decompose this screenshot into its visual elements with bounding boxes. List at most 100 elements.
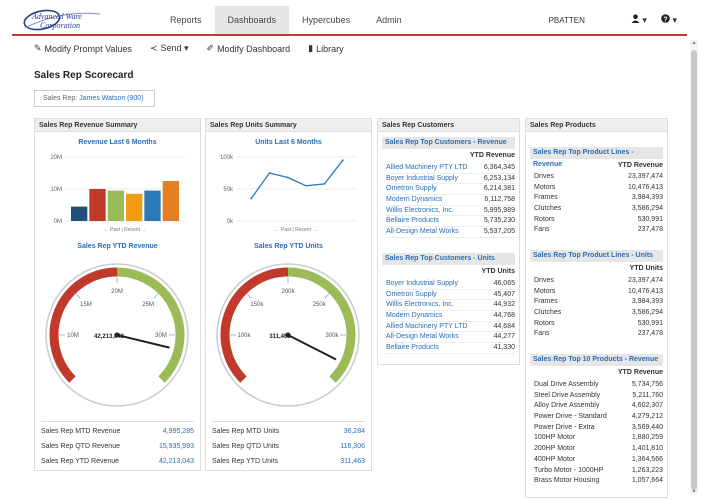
table-row: Alloy Drive Assembly 4,602,307: [534, 401, 663, 412]
nav-admin[interactable]: Admin: [363, 6, 415, 34]
data-point: [323, 182, 326, 185]
cell-value: 44,932: [493, 301, 515, 309]
table-row: All-Design Metal Works 44,277: [386, 332, 515, 344]
table-row: Power Drive - Extra 3,569,440: [534, 423, 663, 434]
book-icon: ▮: [308, 43, 314, 53]
table-row: Clutches 3,586,294: [534, 308, 663, 319]
page-scrollbar[interactable]: ▲ ▼: [690, 40, 698, 495]
cell-value: 5,734,756: [631, 381, 663, 388]
library-button[interactable]: ▮ Library: [308, 43, 343, 54]
cell-value: 237,478: [637, 226, 663, 234]
username-link[interactable]: PBATTEN: [549, 16, 585, 25]
series-line: [250, 159, 344, 199]
company-logo[interactable]: Advanced Ware Corporation: [20, 8, 120, 34]
row-label: Power Drive - Extra: [534, 423, 595, 431]
customer-link[interactable]: All-Design Metal Works: [386, 227, 459, 237]
x-axis-label: ← Past | Recent →: [104, 227, 147, 233]
row-label: Rotors: [534, 319, 555, 327]
send-menu-button[interactable]: ≺ Send ▾: [150, 43, 189, 54]
customer-link[interactable]: Boyer Industrial Supply: [386, 174, 458, 184]
column-header: YTD Revenue: [617, 369, 663, 376]
metric-row: Sales Rep MTD Revenue 4,995,285: [41, 424, 194, 439]
customer-link[interactable]: Allied Machinery PTY LTD: [386, 163, 467, 173]
row-label: Frames: [534, 194, 558, 202]
metric-value[interactable]: 116,306: [340, 443, 365, 450]
scrollbar-thumb[interactable]: [691, 50, 697, 490]
table-title: Sales Rep Top Product Lines - Units: [530, 250, 663, 262]
customer-link[interactable]: Willis Electronics, Inc.: [386, 300, 454, 310]
units-summary-panel: Sales Rep Units Summary Units Last 6 Mon…: [205, 118, 372, 471]
table-row: 400HP Motor 1,364,566: [534, 455, 663, 466]
gauge-tick-label: 20M: [111, 289, 123, 295]
customer-link[interactable]: Bellaire Products: [386, 343, 439, 353]
column-header: YTD Units: [481, 268, 515, 275]
cell-value: 4,279,212: [631, 413, 663, 421]
customer-link[interactable]: Modern Dynamics: [386, 311, 442, 321]
divider: [212, 421, 365, 422]
row-label: Drives: [534, 277, 554, 284]
scroll-down-arrow-icon[interactable]: ▼: [690, 489, 698, 495]
metric-value[interactable]: 15,935,993: [159, 443, 194, 450]
panel-header: Sales Rep Revenue Summary: [35, 119, 200, 132]
cell-value: 23,397,474: [627, 277, 663, 284]
sales-rep-prompt[interactable]: Sales Rep: James Watson (900): [34, 90, 155, 107]
revenue-gauge: 10M15M20M25M30M42,213,043: [45, 263, 189, 407]
top-products-list: Dual Drive Assembly 5,734,756 Steel Drive…: [534, 380, 663, 487]
nav-reports[interactable]: Reports: [157, 6, 215, 34]
metric-value[interactable]: 36,284: [344, 428, 365, 435]
customer-link[interactable]: Ometron Supply: [386, 184, 437, 194]
svg-text:?: ?: [663, 16, 667, 23]
table-title: Sales Rep Top Product Lines - Revenue: [530, 147, 663, 168]
scroll-up-arrow-icon[interactable]: ▲: [690, 40, 698, 46]
table-row: Power Drive - Standard 4,279,212: [534, 412, 663, 423]
metric-value[interactable]: 42,213,043: [159, 458, 194, 465]
customer-link[interactable]: Willis Electronics, Inc.: [386, 206, 454, 216]
customer-link[interactable]: Allied Machinery PTY LTD: [386, 322, 467, 332]
y-tick-label: 50k: [223, 187, 234, 193]
cell-value: 23,397,474: [627, 173, 663, 180]
customer-link[interactable]: Ometron Supply: [386, 290, 437, 300]
page-title: Sales Rep Scorecard: [34, 70, 134, 81]
customer-link[interactable]: Bellaire Products: [386, 216, 439, 226]
data-point: [305, 184, 308, 187]
cell-value: 6,214,381: [483, 185, 515, 193]
metric-row: Sales Rep MTD Units 36,284: [212, 424, 365, 439]
metric-row: Sales Rep YTD Units 311,463: [212, 454, 365, 469]
panel-header: Sales Rep Products: [526, 119, 667, 132]
column-header: YTD Units: [629, 265, 663, 272]
table-row: Boyer Industrial Supply 6,253,134: [386, 174, 515, 185]
help-menu-button[interactable]: ? ▾: [661, 14, 677, 26]
cell-value: 6,253,134: [483, 174, 515, 182]
library-label: Library: [316, 43, 344, 54]
cell-value: 10,476,413: [627, 287, 663, 295]
customer-link[interactable]: Boyer Industrial Supply: [386, 279, 458, 289]
top-navigation-bar: Advanced Ware Corporation Reports Dashbo…: [12, 6, 687, 36]
customers-panel: Sales Rep Customers Sales Rep Top Custom…: [377, 118, 520, 365]
edit-icon: ✐: [206, 43, 215, 53]
gauge-hub: [114, 332, 120, 338]
metric-value[interactable]: 311,463: [340, 458, 365, 465]
row-label: 100HP Motor: [534, 434, 576, 442]
nav-dashboards[interactable]: Dashboards: [214, 6, 290, 34]
cell-value: 3,984,393: [631, 298, 663, 306]
table-row: Bellaire Products 41,330: [386, 343, 515, 354]
cell-value: 3,984,393: [631, 194, 663, 202]
cell-value: 41,330: [493, 344, 515, 352]
customer-link[interactable]: All-Design Metal Works: [386, 332, 459, 342]
gauge-tick-label: 250k: [313, 302, 327, 308]
table-row: Frames 3,984,393: [534, 297, 663, 308]
user-menu-button[interactable]: ▾: [631, 14, 647, 26]
nav-hypercubes[interactable]: Hypercubes: [289, 6, 363, 34]
customer-link[interactable]: Modern Dynamics: [386, 195, 442, 205]
modify-dashboard-button[interactable]: ✐ Modify Dashboard: [207, 43, 291, 54]
metric-value[interactable]: 4,995,285: [163, 428, 194, 435]
data-point: [341, 159, 344, 162]
cell-value: 4,602,307: [631, 402, 663, 410]
customer-units-list: Boyer Industrial Supply 46,065 Ometron Su…: [386, 279, 515, 354]
row-label: 200HP Motor: [534, 445, 576, 453]
metric-label: Sales Rep QTD Revenue: [41, 443, 120, 450]
prompt-value: James Watson (900): [79, 95, 144, 102]
cell-value: 3,586,294: [631, 309, 663, 317]
modify-prompt-values-button[interactable]: ✎ Modify Prompt Values: [34, 43, 132, 54]
row-label: Clutches: [534, 205, 562, 213]
